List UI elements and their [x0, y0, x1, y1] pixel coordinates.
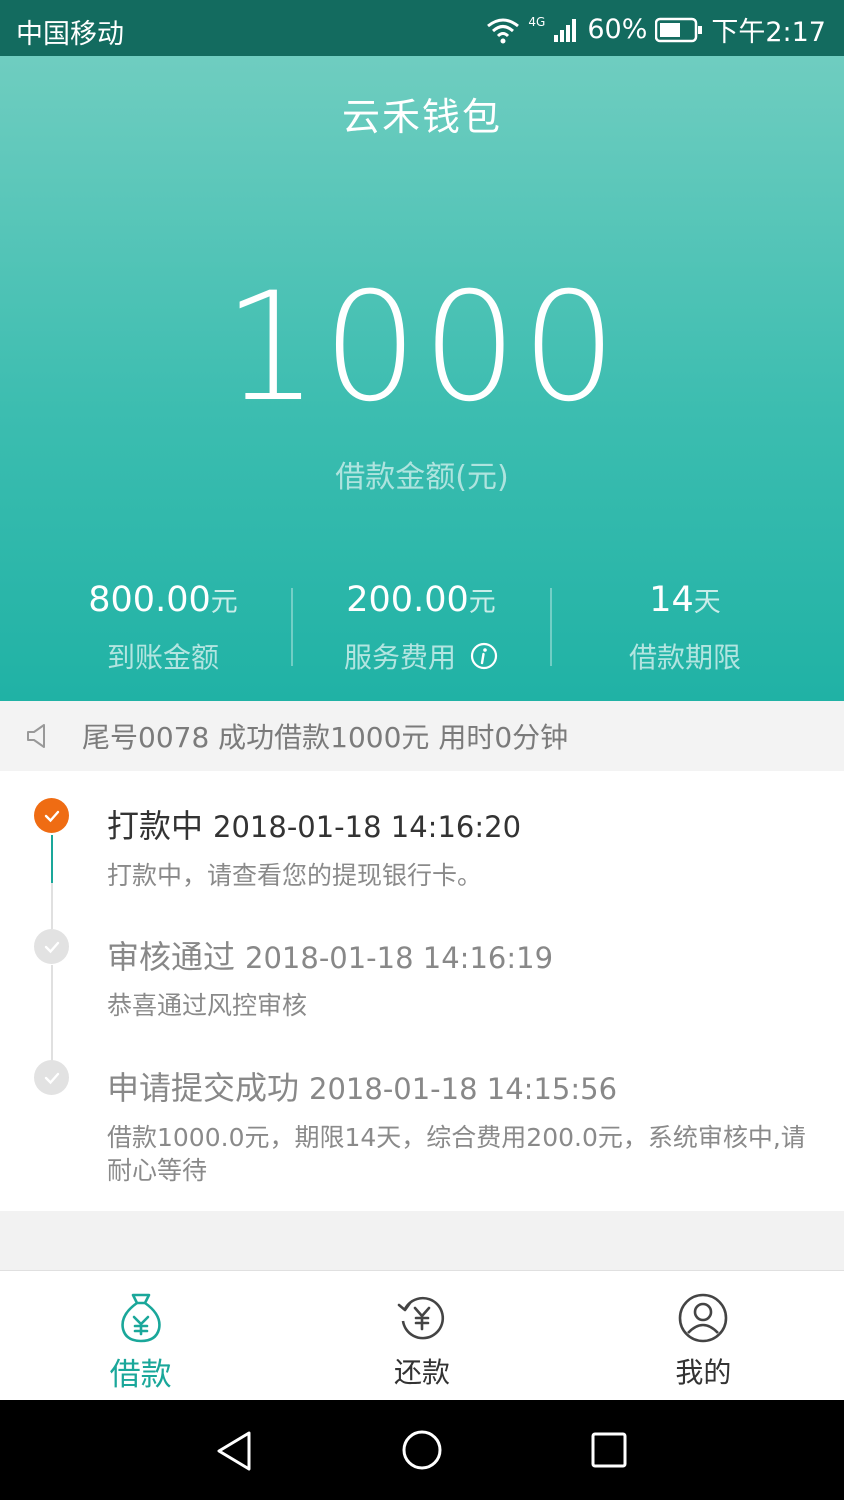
speaker-icon	[27, 724, 45, 748]
timeline-step-title: 打款中 2018-01-18 14:16:20	[107, 801, 521, 847]
stat-label: 借款期限	[628, 641, 741, 674]
info-icon[interactable]	[470, 642, 498, 670]
battery-icon	[655, 17, 703, 42]
app-title: 云禾钱包	[341, 95, 502, 139]
tab-mine[interactable]: 我的	[563, 1271, 844, 1401]
tab-label: 还款	[393, 1356, 450, 1389]
stat-value: 200.00	[346, 580, 469, 620]
stat-unit: 天	[693, 587, 721, 618]
step-name: 打款中	[107, 807, 204, 845]
stat-label: 服务费用	[343, 641, 456, 674]
tab-label: 借款	[109, 1357, 172, 1393]
stat-value: 14	[649, 580, 694, 620]
stat-received-amount: 800.00元 到账金额	[0, 580, 326, 674]
step-name: 申请提交成功	[107, 1069, 300, 1107]
home-icon[interactable]	[401, 1429, 443, 1471]
money-bag-icon	[120, 1293, 161, 1343]
timeline-step-desc: 打款中，请查看您的提现银行卡。	[107, 861, 483, 890]
bottom-tab-bar: 借款 还款 我的	[0, 1270, 844, 1401]
timeline-connector	[51, 965, 53, 1061]
stat-unit: 元	[468, 587, 496, 618]
check-icon	[34, 1060, 69, 1095]
stat-label: 到账金额	[106, 641, 219, 674]
timeline-connector	[51, 835, 53, 883]
status-icons: 4G 60% 下午2:17	[486, 10, 826, 49]
clock: 下午2:17	[711, 17, 826, 48]
stat-service-fee: 200.00元 服务费用	[326, 580, 516, 674]
timeline-step-desc: 借款1000.0元，期限14天，综合费用200.0元，系统审核中,请耐心等待	[107, 1123, 806, 1185]
loan-summary-panel: 云禾钱包 1000 借款金额(元) 800.00元 到账金额 200.00元 服…	[0, 56, 844, 701]
timeline-step-title: 审核通过 2018-01-18 14:16:19	[107, 932, 553, 978]
step-time: 2018-01-18 14:16:20	[213, 810, 522, 844]
notice-text: 尾号0078 成功借款1000元 用时0分钟	[82, 721, 569, 754]
system-navigation-bar	[0, 1400, 844, 1500]
stat-value: 800.00	[88, 580, 211, 620]
battery-percent: 60%	[587, 14, 648, 45]
step-time: 2018-01-18 14:16:19	[245, 941, 554, 975]
step-time: 2018-01-18 14:15:56	[309, 1072, 618, 1106]
repay-icon	[397, 1296, 445, 1340]
status-bar: 中国移动 4G 60% 下午2:17	[0, 0, 844, 56]
stat-unit: 元	[210, 587, 238, 618]
user-icon	[679, 1293, 728, 1343]
notice-bar: 尾号0078 成功借款1000元 用时0分钟	[0, 701, 844, 771]
carrier-name: 中国移动	[16, 19, 124, 50]
tab-loan[interactable]: 借款	[0, 1271, 281, 1401]
tab-repay[interactable]: 还款	[281, 1271, 562, 1401]
timeline-step-desc: 恭喜通过风控审核	[107, 991, 308, 1020]
timeline-connector	[51, 883, 53, 929]
signal-icon	[554, 18, 577, 42]
check-icon	[34, 798, 69, 833]
wifi-icon	[487, 18, 520, 43]
step-name: 审核通过	[107, 938, 236, 976]
timeline-step-title: 申请提交成功 2018-01-18 14:15:56	[107, 1063, 617, 1109]
loan-amount: 1000	[223, 261, 621, 435]
back-icon[interactable]	[215, 1430, 255, 1472]
recents-icon[interactable]	[590, 1431, 628, 1469]
tab-label: 我的	[675, 1356, 732, 1389]
stat-loan-term: 14天 借款期限	[516, 580, 844, 674]
check-icon	[34, 929, 69, 964]
loan-stats: 800.00元 到账金额 200.00元 服务费用 14天 借款期限	[0, 580, 844, 674]
loan-amount-label: 借款金额(元)	[335, 460, 509, 495]
loan-progress-timeline: 打款中 2018-01-18 14:16:20 打款中，请查看您的提现银行卡。 审…	[0, 771, 844, 1211]
network-type: 4G	[528, 14, 546, 29]
